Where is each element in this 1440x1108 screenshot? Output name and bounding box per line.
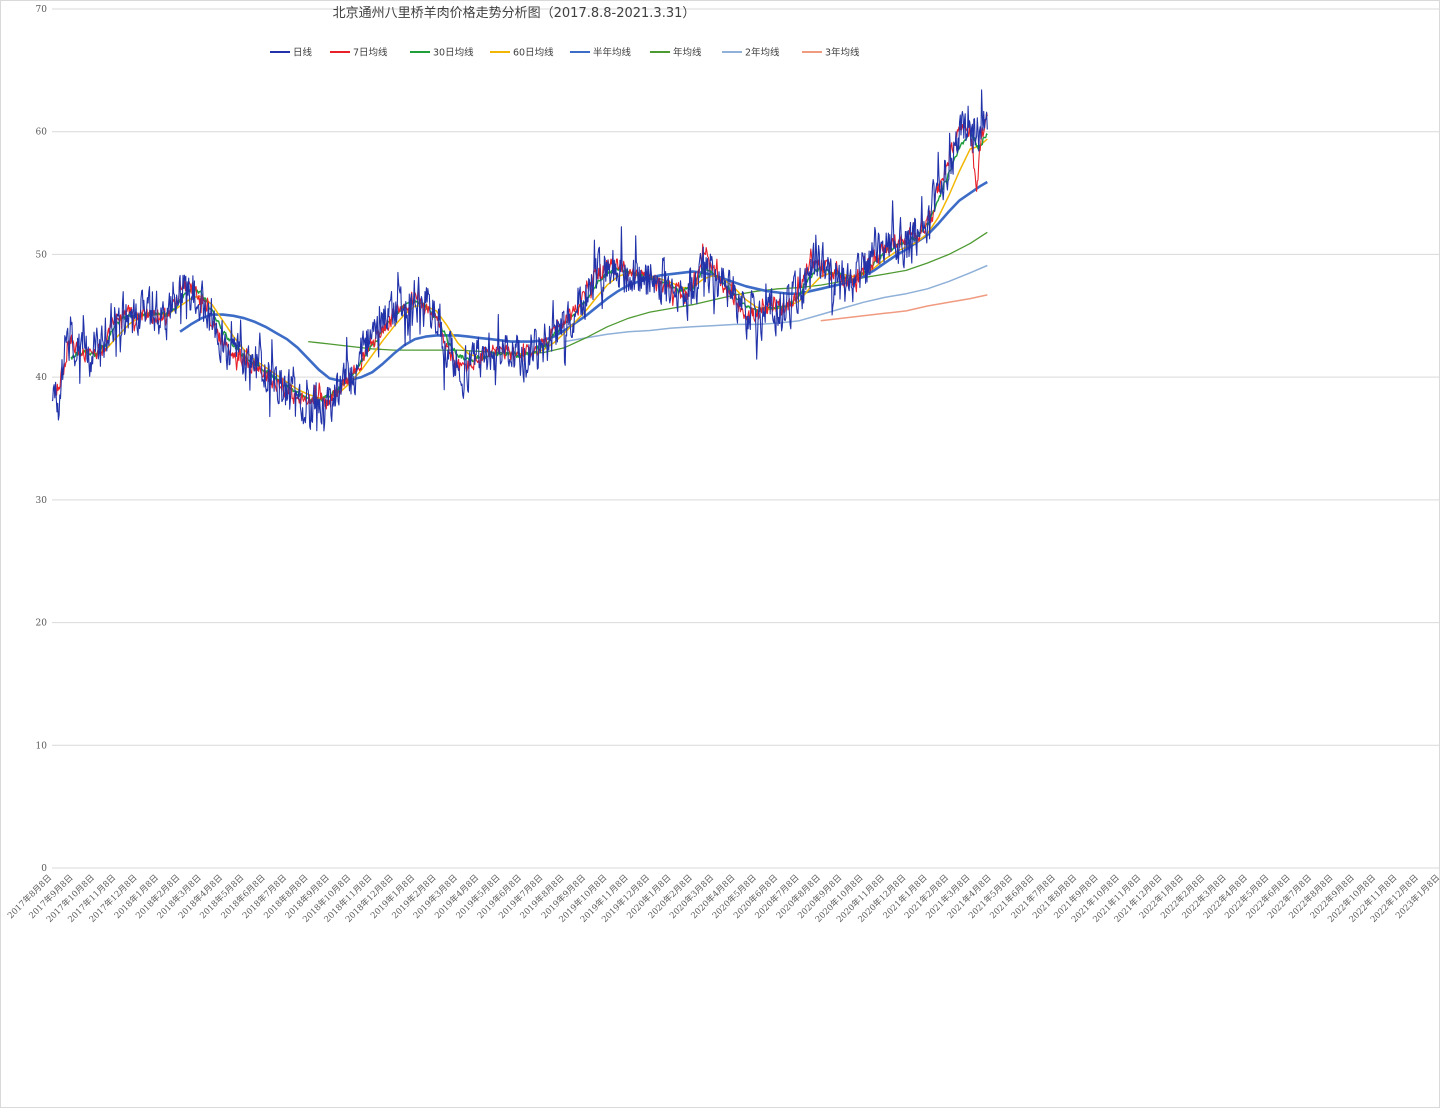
y-tick-label: 60 xyxy=(36,128,48,138)
legend-label: 3年均线 xyxy=(825,47,860,59)
chart-area: 0 10 20 30 40 50 60 70 2017年8月8日 2017年9月8日 2017年1… xyxy=(0,0,1440,1108)
legend-label: 2年均线 xyxy=(745,47,780,59)
y-tick-label: 50 xyxy=(36,250,48,260)
y-tick-label: 20 xyxy=(36,619,48,629)
y-tick-label: 70 xyxy=(36,5,48,15)
y-tick-label: 10 xyxy=(36,741,48,751)
legend-label: 30日均线 xyxy=(433,47,474,59)
chart-title: 北京通州八里桥羊肉价格走势分析图（2017.8.8-2021.3.31） xyxy=(333,5,696,21)
y-tick-label: 40 xyxy=(36,373,48,383)
legend-label: 60日均线 xyxy=(513,47,554,59)
legend-label: 日线 xyxy=(293,47,313,59)
legend-label: 半年均线 xyxy=(593,47,632,59)
legend-label: 7日均线 xyxy=(353,47,388,59)
y-tick-label: 30 xyxy=(36,496,48,506)
price-chart: 010203040506070 2017年8月8日2017年9月8日2017年1… xyxy=(0,0,1440,1108)
legend-label: 年均线 xyxy=(673,47,702,59)
chart-border xyxy=(0,0,1440,1108)
